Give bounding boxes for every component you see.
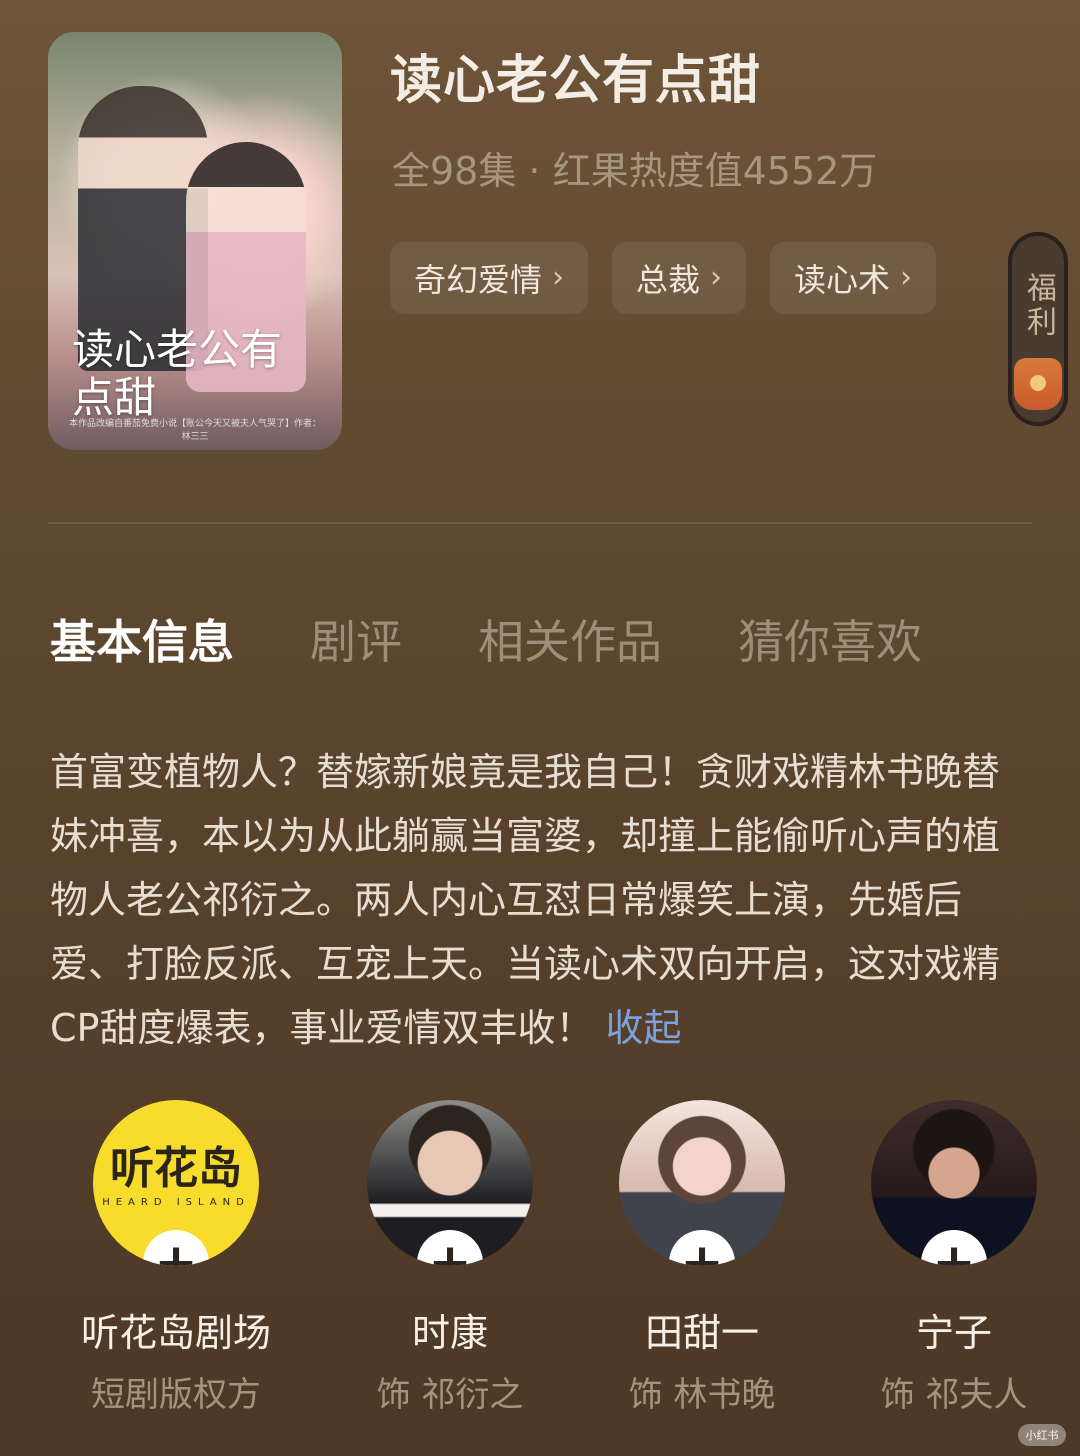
cast-name: 听花岛剧场: [80, 1311, 271, 1355]
studio-logo-subtext: HEARD ISLAND: [102, 1196, 250, 1208]
tab-related-works[interactable]: 相关作品: [478, 612, 662, 672]
cast-role: 饰 祁衍之: [376, 1375, 524, 1415]
poster-fine-print: 本作品改编自番茄免费小说【账公今天又被夫人气哭了】作者：林三三: [68, 419, 321, 442]
drama-poster[interactable]: 读心老公有点甜 本作品改编自番茄免费小说【账公今天又被夫人气哭了】作者：林三三: [48, 32, 342, 450]
plus-icon[interactable]: +: [143, 1230, 209, 1266]
cast-item[interactable]: 听花岛 HEARD ISLAND + 听花岛剧场 短剧版权方: [56, 1100, 296, 1416]
cast-list: 听花岛 HEARD ISLAND + 听花岛剧场 短剧版权方 + 时康 饰 祁衍…: [0, 1100, 1080, 1450]
welfare-label: 福利: [1021, 272, 1056, 340]
welfare-button[interactable]: 福利: [1008, 232, 1068, 426]
avatar[interactable]: +: [871, 1100, 1037, 1266]
chevron-right-icon: ›: [900, 260, 913, 295]
studio-logo-text: 听花岛: [110, 1142, 242, 1194]
plus-icon[interactable]: +: [417, 1230, 483, 1266]
section-divider: [48, 522, 1032, 524]
watermark-badge: 小红书: [1018, 1424, 1066, 1446]
content-tabs: 基本信息 剧评 相关作品 猜你喜欢: [50, 612, 922, 672]
cast-name: 宁子: [915, 1311, 992, 1355]
cast-name: 时康: [411, 1311, 488, 1355]
genre-tags: 奇幻爱情 › 总裁 › 读心术 ›: [390, 242, 937, 314]
cast-item[interactable]: + 宁子 饰 祁夫人: [834, 1100, 1074, 1416]
drama-title: 读心老公有点甜: [390, 51, 762, 111]
red-envelope-icon: [1014, 358, 1062, 410]
avatar[interactable]: +: [367, 1100, 533, 1266]
cast-name: 田甜一: [644, 1311, 759, 1355]
tab-basic-info[interactable]: 基本信息: [50, 612, 234, 672]
chevron-right-icon: ›: [710, 260, 723, 295]
cast-role: 短剧版权方: [91, 1375, 261, 1415]
plus-icon[interactable]: +: [921, 1230, 987, 1266]
tag-fantasy-romance[interactable]: 奇幻爱情 ›: [390, 242, 589, 314]
cast-role: 饰 林书晚: [628, 1375, 776, 1415]
cast-item[interactable]: + 田甜一 饰 林书晚: [582, 1100, 822, 1416]
collapse-link[interactable]: 收起: [606, 1006, 682, 1050]
episode-heat-meta: 全98集 · 红果热度值4552万: [392, 149, 878, 193]
tag-label: 总裁: [636, 261, 701, 299]
tag-label: 读心术: [794, 261, 891, 299]
chevron-right-icon: ›: [552, 260, 565, 295]
tag-mind-reading[interactable]: 读心术 ›: [770, 242, 937, 314]
tab-reviews[interactable]: 剧评: [310, 612, 402, 672]
synopsis-text: 首富变植物人？替嫁新娘竟是我自己！贪财戏精林书晚替妹冲喜，本以为从此躺赢当富婆，…: [50, 750, 1001, 1050]
poster-title-art: 读心老公有点甜: [72, 325, 283, 422]
avatar[interactable]: 听花岛 HEARD ISLAND +: [93, 1100, 259, 1266]
plus-icon[interactable]: +: [669, 1230, 735, 1266]
cast-role: 饰 祁夫人: [880, 1375, 1028, 1415]
tab-recommendations[interactable]: 猜你喜欢: [738, 612, 922, 672]
synopsis: 首富变植物人？替嫁新娘竟是我自己！贪财戏精林书晚替妹冲喜，本以为从此躺赢当富婆，…: [50, 740, 1034, 1060]
tag-ceo[interactable]: 总裁 ›: [612, 242, 747, 314]
cast-item[interactable]: + 时康 饰 祁衍之: [330, 1100, 570, 1416]
tag-label: 奇幻爱情: [414, 261, 543, 299]
avatar[interactable]: +: [619, 1100, 785, 1266]
